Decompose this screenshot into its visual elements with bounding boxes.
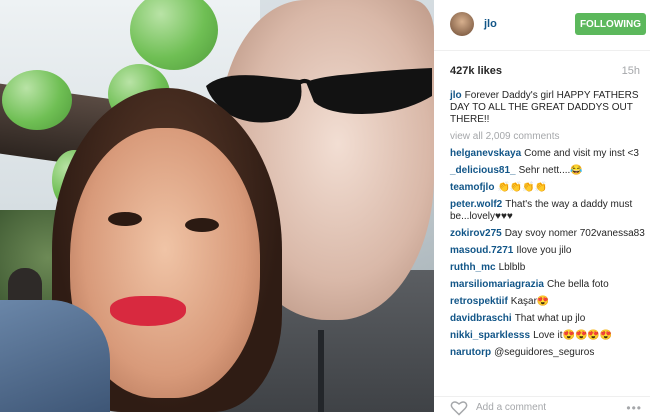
comment-item: teamofjlo 👏👏👏👏	[450, 182, 646, 194]
left-eye	[108, 212, 142, 226]
sunglasses	[206, 68, 432, 123]
likes-count[interactable]: 427k likes	[450, 65, 502, 77]
comment-footer: Add a comment •••	[434, 396, 650, 416]
comment-username[interactable]: narutorp	[450, 347, 491, 358]
post-photo[interactable]	[0, 0, 434, 412]
avatar[interactable]	[450, 12, 474, 36]
caption-username[interactable]: jlo	[450, 90, 462, 101]
comment-item: nikki_sparklesss Love it😍😍😍😍	[450, 330, 646, 342]
sweater-zipper	[318, 330, 324, 412]
comment-item: retrospektiif Kaşar😍	[450, 296, 646, 308]
comment-username[interactable]: peter.wolf2	[450, 199, 502, 210]
comment-username[interactable]: ruthh_mc	[450, 262, 496, 273]
comment-username[interactable]: retrospektiif	[450, 296, 508, 307]
post-header: jlo FOLLOWING	[434, 0, 650, 51]
comment-item: peter.wolf2 That's the way a daddy must b…	[450, 199, 646, 223]
comment-text: Che bella foto	[546, 279, 609, 290]
comment-item: marsiliomariagrazia Che bella foto	[450, 279, 646, 291]
comment-text: Ilove you jilo	[516, 245, 572, 256]
post-stats: 427k likes 15h	[450, 65, 646, 79]
post-sidebar: jlo FOLLOWING 427k likes 15h jlo Forever …	[434, 0, 650, 416]
comment-text: Come and visit my inst <3	[524, 148, 639, 159]
comment-username[interactable]: marsiliomariagrazia	[450, 279, 544, 290]
comment-text: Kaşar😍	[510, 296, 550, 307]
view-all-comments-label[interactable]: view all 2,009 comments	[450, 131, 560, 142]
comment-item: zokirov275 Day svoy nomer 702vanessa83	[450, 228, 646, 240]
post-time[interactable]: 15h	[622, 65, 640, 77]
comment-item: davidbraschi That what up jlo	[450, 313, 646, 325]
comment-username[interactable]: _delicious81_	[450, 165, 516, 176]
comment-text: Sehr nett....😂	[518, 165, 583, 176]
post-username[interactable]: jlo	[484, 18, 497, 30]
right-eye	[185, 218, 219, 232]
comment-item: narutorp @seguidores_seguros	[450, 347, 646, 359]
balloon	[2, 70, 72, 130]
caption: jlo Forever Daddy's girl HAPPY FATHERS DA…	[450, 90, 646, 126]
following-button[interactable]: FOLLOWING	[575, 13, 646, 35]
comment-text: Lblblb	[498, 262, 526, 273]
view-all-comments[interactable]: view all 2,009 comments	[450, 131, 646, 143]
comment-username[interactable]: helganevskaya	[450, 148, 521, 159]
heart-icon[interactable]	[450, 400, 468, 416]
lips	[110, 296, 186, 326]
comment-text: Love it😍😍😍😍	[533, 330, 613, 341]
comment-username[interactable]: nikki_sparklesss	[450, 330, 530, 341]
comment-text: That what up jlo	[514, 313, 586, 324]
comment-item: ruthh_mc Lblblb	[450, 262, 646, 274]
comment-item: masoud.7271 Ilove you jilo	[450, 245, 646, 257]
comment-list: jlo Forever Daddy's girl HAPPY FATHERS DA…	[450, 90, 646, 364]
add-comment-input[interactable]: Add a comment	[476, 402, 546, 413]
more-options-icon[interactable]: •••	[626, 401, 642, 415]
comment-item: _delicious81_ Sehr nett....😂	[450, 165, 646, 177]
comment-username[interactable]: zokirov275	[450, 228, 502, 239]
comment-item: helganevskaya Come and visit my inst <3	[450, 148, 646, 160]
comment-text: Day svoy nomer 702vanessa83	[504, 228, 645, 239]
comment-username[interactable]: teamofjlo	[450, 182, 494, 193]
comment-username[interactable]: davidbraschi	[450, 313, 512, 324]
caption-text: Forever Daddy's girl HAPPY FATHERS DAY T…	[450, 90, 639, 125]
comment-text: @seguidores_seguros	[494, 347, 595, 358]
comment-text: 👏👏👏👏	[497, 182, 548, 193]
comment-username[interactable]: masoud.7271	[450, 245, 513, 256]
